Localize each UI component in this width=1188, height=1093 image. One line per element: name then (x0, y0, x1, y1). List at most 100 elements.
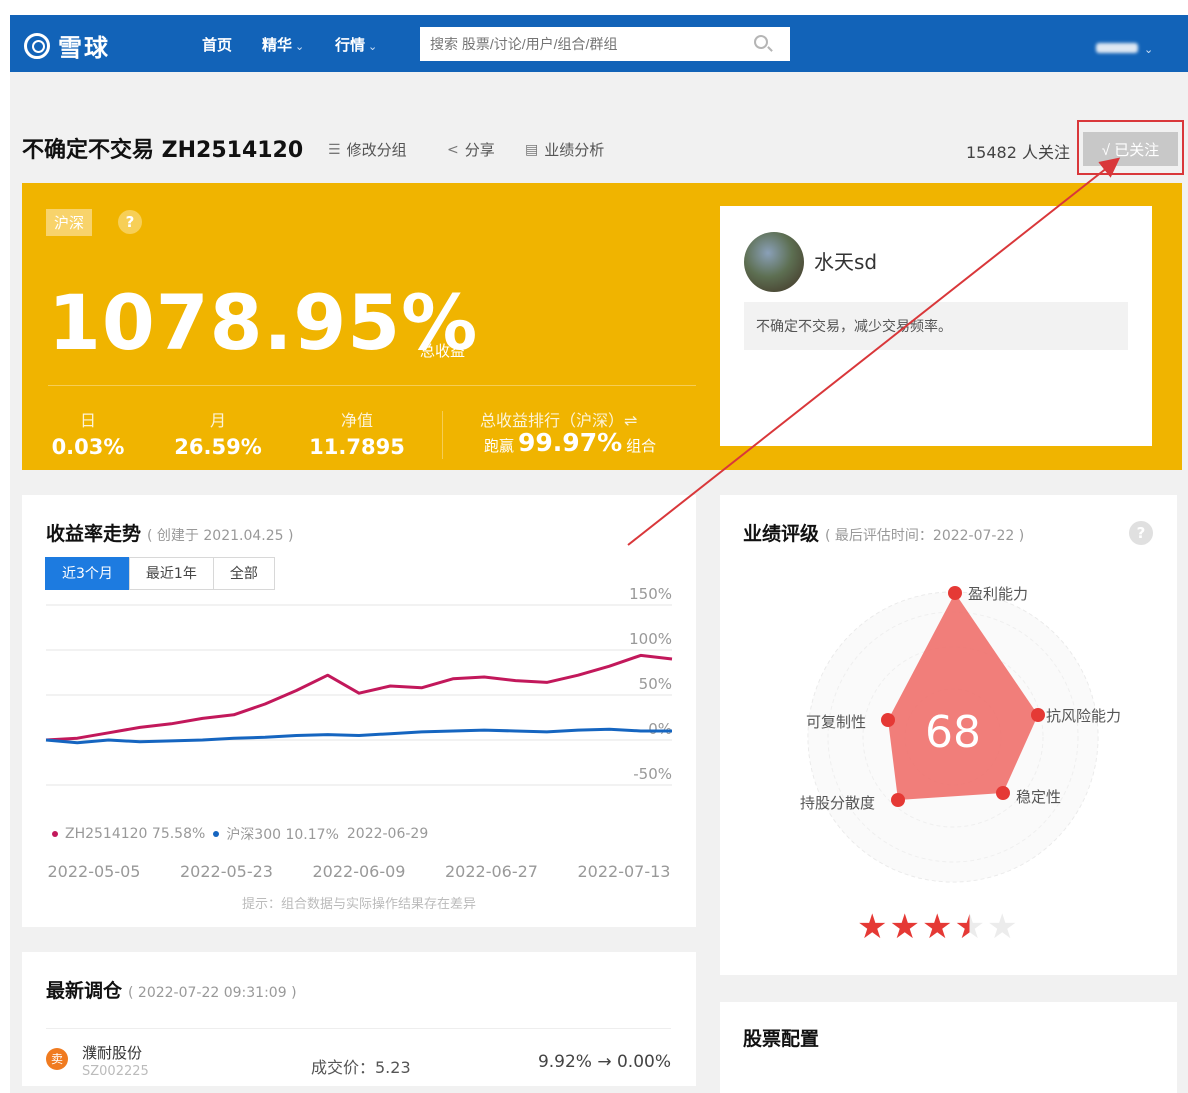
daily-label: 日 (79, 411, 96, 430)
radar-label-risk: 抗风险能力 (1046, 707, 1122, 725)
share-button[interactable]: < 分享 (447, 139, 495, 160)
rank-prefix: 跑赢 (484, 437, 515, 455)
logo[interactable]: 雪球 (24, 28, 110, 63)
snowball-logo-icon (24, 32, 50, 59)
series-line-沪深300 (45, 727, 672, 745)
rank-value: 99.97% (518, 428, 623, 457)
nav-featured-label: 精华 (262, 36, 293, 54)
stock-name[interactable]: 濮耐股份 (82, 1042, 142, 1063)
logo-text: 雪球 (58, 34, 110, 62)
allocation-title: 股票配置 (743, 1028, 820, 1050)
chevron-down-icon: ⌄ (368, 40, 378, 53)
star-icon: ★ (921, 907, 953, 947)
performance-rating-card: 业绩评级( 最后评估时间：2022-07-22 ) ? 盈利能力 抗风险能力 稳… (720, 495, 1177, 975)
owner-card: 水天sd 不确定不交易，减少交易频率。 (720, 206, 1152, 446)
top-navbar: 雪球 首页 精华⌄ 行情⌄ ⌄ (10, 15, 1188, 72)
follower-count: 15482 人关注 (966, 143, 1070, 162)
page-title: 不确定不交易 ZH2514120 (22, 138, 304, 163)
star-icon: ★ (889, 907, 920, 947)
radar-point (948, 586, 962, 600)
series-line-ZH2514120 (45, 653, 673, 742)
rating-score: 68 (925, 707, 981, 758)
analysis-button[interactable]: ▤ 业绩分析 (525, 139, 604, 160)
legend-series2: 沪深300 10.17% (226, 827, 339, 843)
user-menu[interactable]: ⌄ (1096, 38, 1153, 57)
list-icon: ☰ (328, 141, 341, 158)
avatar (1096, 43, 1138, 53)
nav-value: 11.7895 (309, 435, 405, 459)
nav-home[interactable]: 首页 (202, 34, 232, 55)
monthly-value: 26.59% (174, 435, 262, 459)
radar-point (996, 786, 1010, 800)
x-tick-label: 2022-05-05 (48, 862, 141, 881)
y-tick-label: -50% (633, 765, 672, 783)
annotation-highlight-box (1077, 120, 1184, 175)
rebalance-title-text: 最新调仓 (46, 980, 123, 1002)
search-input[interactable] (420, 27, 790, 61)
star-icon: ★ (986, 907, 1018, 947)
daily-value: 0.03% (51, 435, 125, 459)
search-icon[interactable] (754, 35, 768, 49)
regroup-button[interactable]: ☰ 修改分组 (328, 139, 407, 160)
radar-label-profit: 盈利能力 (968, 585, 1029, 603)
x-tick-label: 2022-06-27 (445, 862, 538, 881)
radar-point (891, 793, 905, 807)
nav-market[interactable]: 行情 ⌄ (335, 34, 377, 55)
chart-legend: ZH2514120 75.58% 沪深300 10.17% 2022-06-29 (52, 824, 436, 844)
help-icon[interactable]: ? (118, 210, 142, 234)
divider (442, 411, 443, 459)
radar-label-diversity: 持股分散度 (800, 794, 876, 812)
owner-description: 不确定不交易，减少交易频率。 (744, 302, 1128, 350)
radar-label-replicability: 可复制性 (806, 713, 867, 731)
total-return-label: 总收益 (420, 342, 466, 360)
y-tick-label: 150% (629, 585, 672, 603)
y-tick-label: 0% (648, 720, 672, 738)
total-return-value: 1078.95% (48, 278, 479, 367)
analysis-label: 业绩分析 (544, 141, 605, 159)
weight-change: 9.92% → 0.00% (537, 1052, 671, 1072)
divider (48, 385, 696, 386)
star-rating: ★ ★ ★ ★ ★ (857, 910, 1019, 944)
nav-home-label: 首页 (202, 36, 233, 54)
star-icon: ★ (857, 907, 888, 947)
rank-suffix: 组合 (626, 437, 657, 455)
legend-dot-icon (213, 831, 220, 837)
monthly-label: 月 (209, 411, 226, 430)
star-icon: ★ (954, 907, 985, 947)
x-tick-label: 2022-07-13 (578, 862, 671, 881)
radar-point (881, 713, 895, 727)
latest-rebalance-card: 最新调仓 ( 2022-07-22 09:31:09 ) 卖 濮耐股份 SZ002… (22, 952, 696, 1086)
trade-price: 成交价：5.23 (311, 1058, 411, 1077)
chevron-down-icon: ⌄ (1144, 43, 1154, 56)
regroup-label: 修改分组 (346, 141, 407, 159)
legend-series1: ZH2514120 75.58% (65, 826, 206, 842)
share-icon: < (447, 141, 459, 158)
sell-icon: 卖 (46, 1048, 68, 1070)
rank-line: 跑赢 99.97% 组合 (484, 428, 656, 457)
data-disclaimer: 提示：组合数据与实际操作结果存在差异 (241, 897, 476, 912)
share-label: 分享 (464, 141, 495, 159)
nav-label: 净值 (340, 411, 373, 430)
y-tick-label: 100% (629, 630, 672, 648)
rebalance-subtitle: ( 2022-07-22 09:31:09 ) (128, 985, 297, 1001)
document-icon: ▤ (525, 141, 539, 158)
avatar[interactable] (744, 232, 804, 292)
return-trend-card: 收益率走势( 创建于 2021.04.25 ) 近3个月 最近1年 全部 150… (22, 495, 696, 927)
x-tick-label: 2022-05-23 (180, 862, 273, 881)
nav-featured[interactable]: 精华 ⌄ (262, 34, 304, 55)
list-item[interactable]: 卖 濮耐股份 SZ002225 成交价：5.23 9.92% → 0.00% (46, 1028, 671, 1079)
x-tick-label: 2022-06-09 (313, 862, 406, 881)
radar-label-stability: 稳定性 (1016, 788, 1062, 806)
chevron-down-icon: ⌄ (295, 40, 305, 53)
rebalance-title: 最新调仓 ( 2022-07-22 09:31:09 ) (46, 976, 297, 1003)
return-chart[interactable]: 150% 100% 50% 0% -50% 2022-05-05 2022-05-23 202… (22, 495, 696, 927)
nav-market-label: 行情 (335, 36, 366, 54)
legend-dot-icon (52, 831, 58, 837)
legend-date: 2022-06-29 (346, 826, 429, 842)
stock-code: SZ002225 (82, 1064, 149, 1079)
market-badge: 沪深 (46, 209, 93, 236)
stock-allocation-card: 股票配置 (720, 1002, 1177, 1093)
owner-name[interactable]: 水天sd (814, 246, 877, 275)
y-tick-label: 50% (639, 675, 672, 693)
radar-point (1031, 708, 1045, 722)
